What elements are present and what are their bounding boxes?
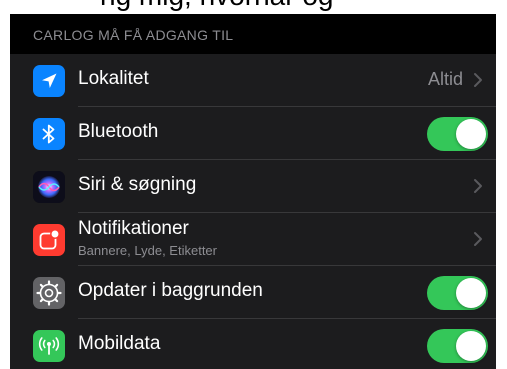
row-mobile-data-label: Mobildata bbox=[78, 333, 161, 354]
row-mobile-data: Mobildata bbox=[10, 319, 496, 369]
section-header-label: CARLOG MÅ FÅ ADGANG TIL bbox=[33, 27, 234, 43]
row-location-label: Lokalitet bbox=[78, 68, 149, 89]
mobile-data-toggle[interactable] bbox=[427, 329, 488, 363]
chevron-right-icon bbox=[474, 232, 482, 246]
row-bluetooth-label: Bluetooth bbox=[78, 121, 159, 142]
row-background-refresh: Opdater i baggrunden bbox=[10, 266, 496, 319]
section-header: CARLOG MÅ FÅ ADGANG TIL bbox=[10, 14, 496, 54]
row-location-value: Altid bbox=[427, 69, 463, 89]
background-refresh-toggle[interactable] bbox=[427, 276, 488, 310]
row-siri-label: Siri & søgning bbox=[78, 174, 197, 195]
row-background-refresh-label: Opdater i baggrunden bbox=[78, 280, 263, 301]
notifications-icon bbox=[33, 224, 65, 256]
toggle-knob bbox=[456, 119, 486, 149]
settings-screen: CARLOG MÅ FÅ ADGANG TIL Lokalitet Altid bbox=[10, 14, 496, 369]
chevron-right-icon bbox=[474, 179, 482, 193]
toggle-knob bbox=[456, 331, 486, 361]
location-arrow-icon bbox=[33, 65, 65, 97]
antenna-icon bbox=[33, 330, 65, 362]
row-siri-search[interactable]: Siri & søgning bbox=[10, 160, 496, 213]
permissions-list: Lokalitet Altid Bluetooth Siri & søgning… bbox=[10, 54, 496, 369]
siri-icon bbox=[33, 171, 65, 203]
toggle-knob bbox=[456, 278, 486, 308]
previous-text-fragment: ng mig, hvornår og bbox=[0, 0, 507, 14]
row-bluetooth: Bluetooth bbox=[10, 107, 496, 160]
row-location[interactable]: Lokalitet Altid bbox=[10, 54, 496, 107]
gear-icon bbox=[33, 277, 65, 309]
row-notifications-label: Notifikationer bbox=[78, 218, 189, 239]
row-notifications[interactable]: Notifikationer Bannere, Lyde, Etiketter bbox=[10, 213, 496, 266]
bluetooth-toggle[interactable] bbox=[427, 117, 488, 151]
previous-text: ng mig, hvornår og bbox=[100, 0, 333, 12]
chevron-right-icon bbox=[474, 73, 482, 87]
row-notifications-sublabel: Bannere, Lyde, Etiketter bbox=[78, 243, 217, 258]
bluetooth-icon bbox=[33, 118, 65, 150]
